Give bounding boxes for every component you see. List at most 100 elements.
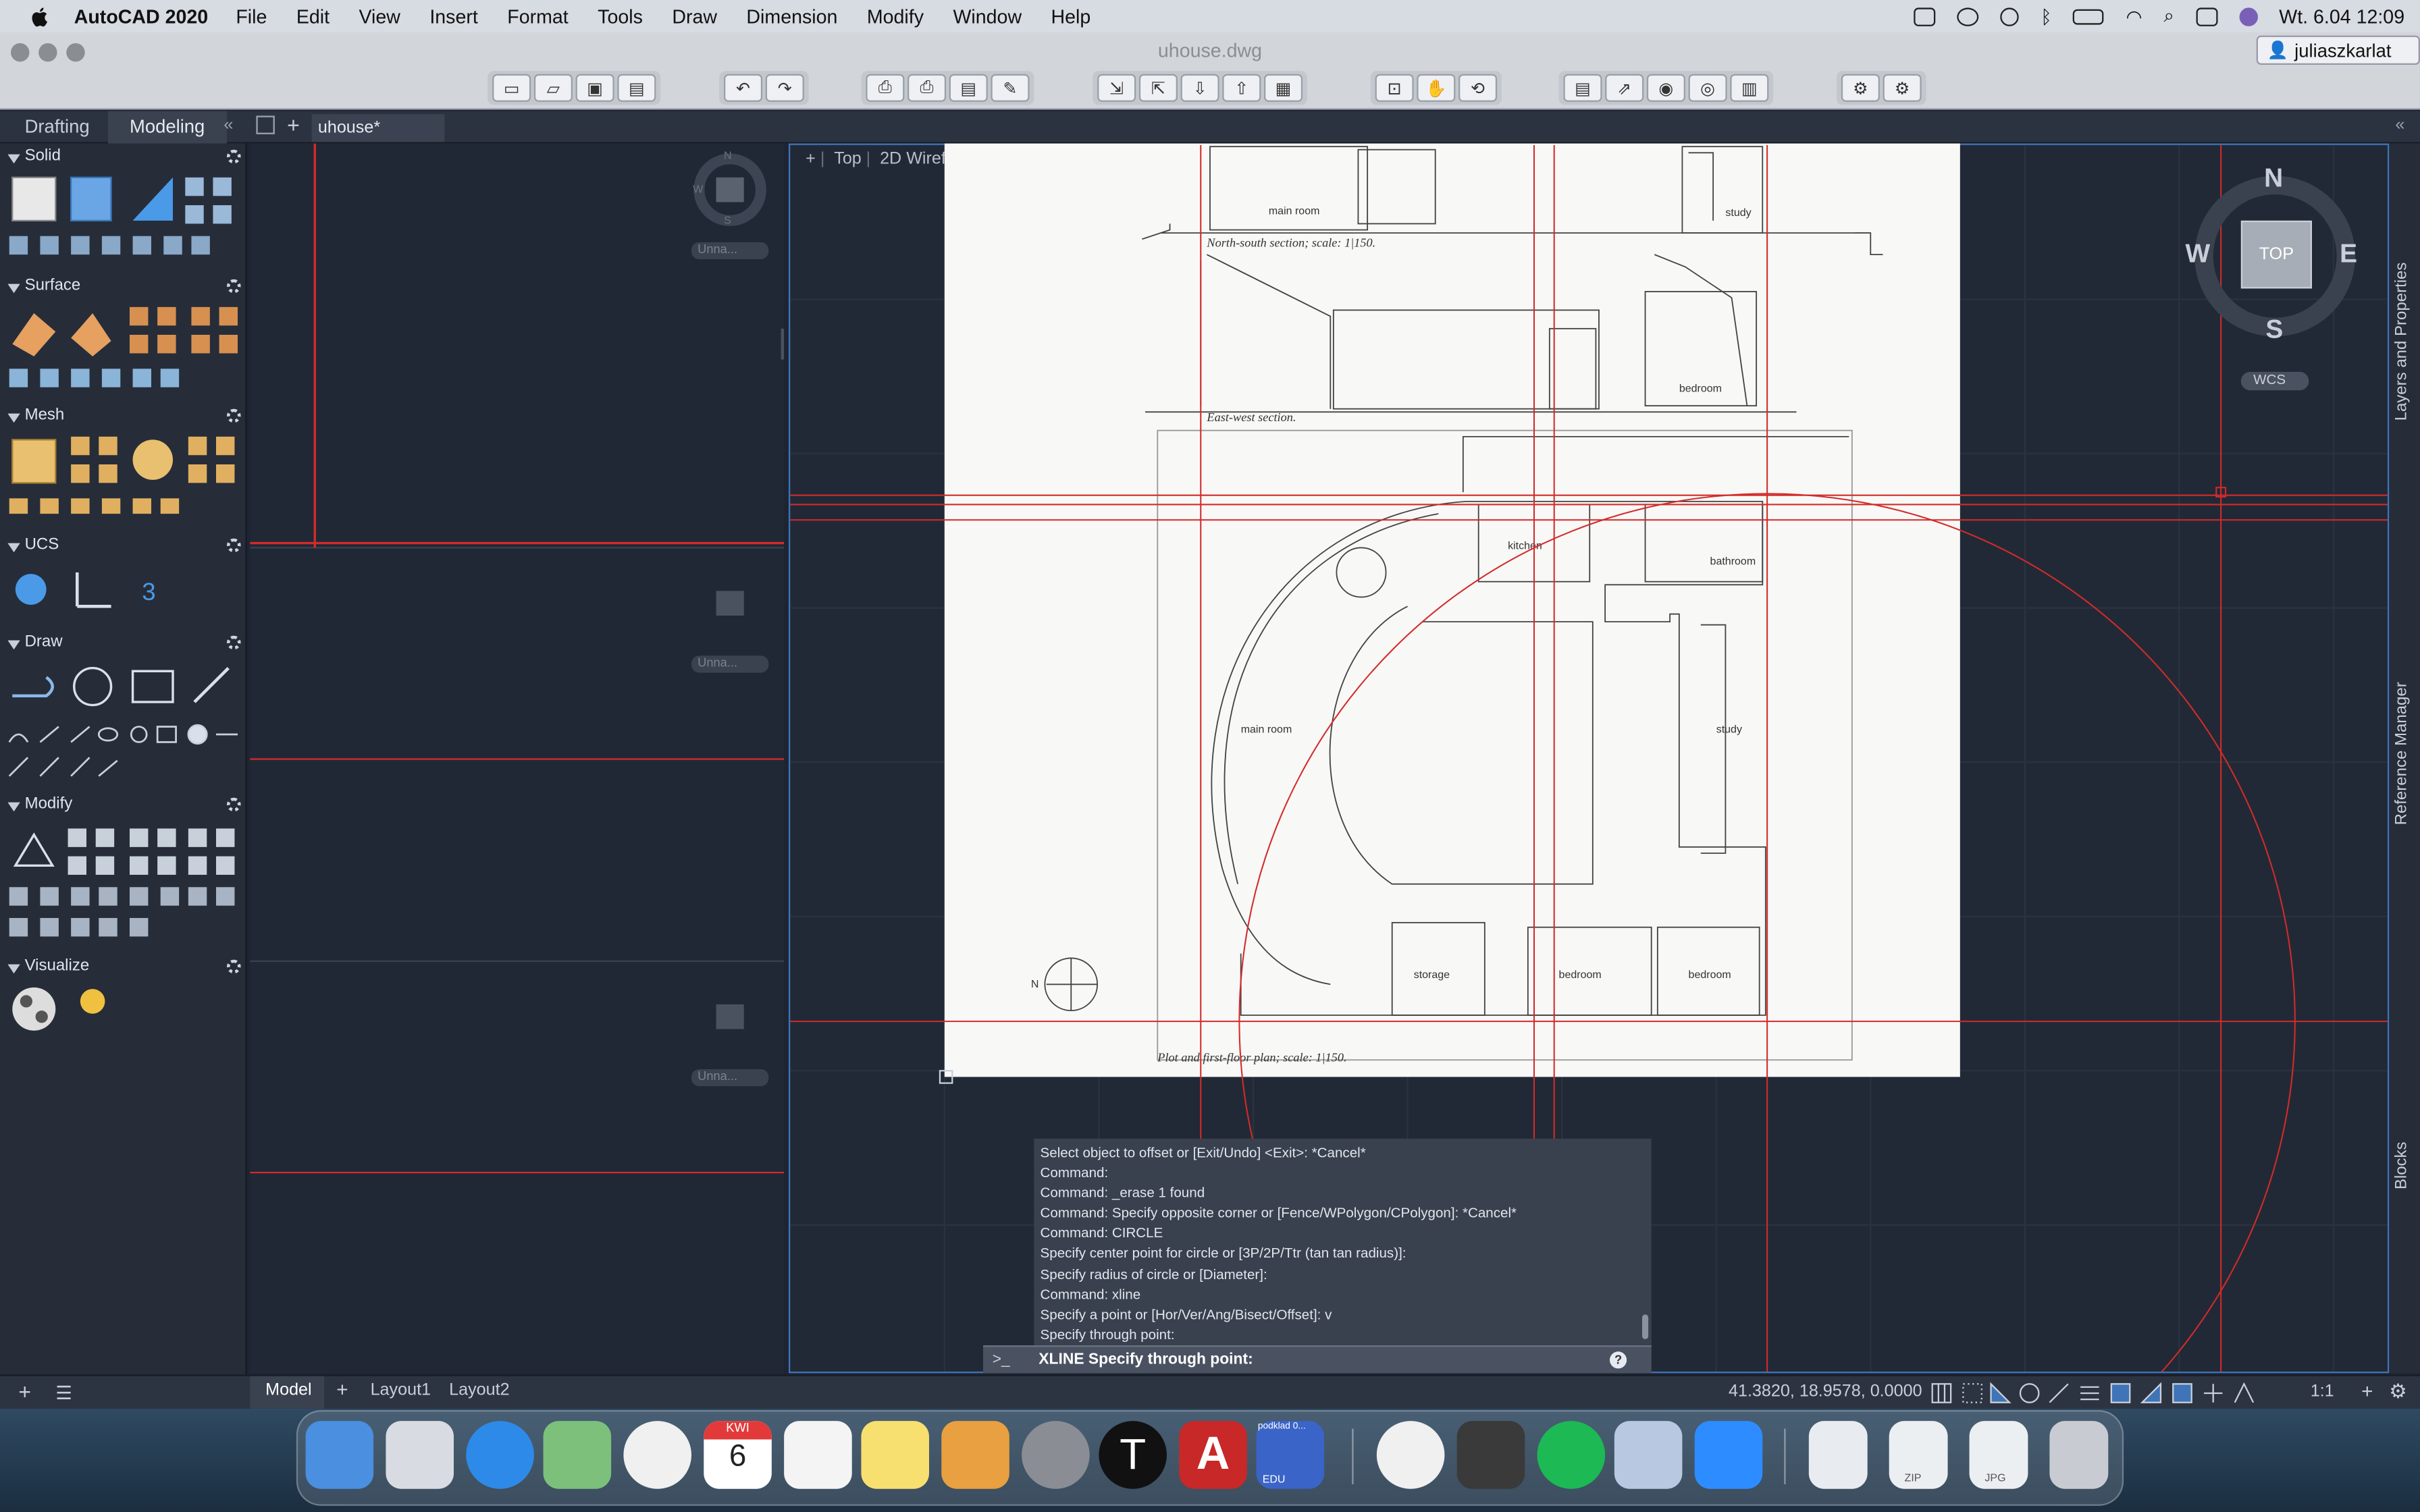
help-icon[interactable]: ? xyxy=(1609,1351,1627,1369)
ucs-dropdown-1[interactable]: Unna... xyxy=(691,242,769,259)
bluetooth-icon[interactable]: ᛒ xyxy=(2041,5,2051,27)
autocad-icon[interactable]: A xyxy=(1179,1421,1247,1489)
publish-icon[interactable]: ✎ xyxy=(991,74,1030,102)
section-solid-header[interactable]: Solid xyxy=(0,146,247,171)
photos-icon[interactable] xyxy=(623,1421,691,1489)
menu-dimension[interactable]: Dimension xyxy=(746,5,837,27)
save-as-icon[interactable]: ▤ xyxy=(617,74,656,102)
preview-icon[interactable] xyxy=(1614,1421,1683,1489)
status-toggle-icons[interactable] xyxy=(1929,1381,2420,1406)
chrome-icon[interactable] xyxy=(1376,1421,1445,1489)
tab-layout1[interactable]: Layout1 xyxy=(371,1381,431,1399)
add-layout-icon[interactable]: + xyxy=(18,1379,31,1404)
menu-format[interactable]: Format xyxy=(507,5,568,27)
tab-layout2[interactable]: Layout2 xyxy=(449,1381,509,1399)
safari-icon[interactable] xyxy=(466,1421,534,1489)
tab-drafting[interactable]: Drafting xyxy=(3,111,111,144)
properties-icon[interactable]: ▤ xyxy=(1563,74,1602,102)
sheet-set-icon[interactable]: ▦ xyxy=(1263,74,1303,102)
grid-menu-icon[interactable] xyxy=(256,115,275,134)
plot-icon[interactable]: ⎙ xyxy=(866,74,905,102)
save-icon[interactable]: ▣ xyxy=(575,74,614,102)
menu-insert[interactable]: Insert xyxy=(429,5,477,27)
creative-cloud-icon[interactable] xyxy=(1957,7,1979,26)
apple-icon[interactable] xyxy=(28,4,53,29)
document-tab[interactable]: uhouse* xyxy=(311,114,445,142)
undo-icon[interactable]: ↶ xyxy=(723,74,763,102)
battery-icon[interactable] xyxy=(2073,8,2105,24)
compass-west[interactable]: W xyxy=(2186,239,2211,270)
tab-modeling[interactable]: Modeling xyxy=(107,111,227,144)
zoom-window-icon[interactable]: ⊡ xyxy=(1375,74,1414,102)
left-viewports[interactable]: N S W Unna... Unna... Unna... xyxy=(250,143,785,1374)
ucs-dropdown-3[interactable]: Unna... xyxy=(691,1069,769,1087)
menu-tools[interactable]: Tools xyxy=(598,5,643,27)
pan-icon[interactable]: ✋ xyxy=(1417,74,1456,102)
orbit-icon[interactable]: ⟲ xyxy=(1458,74,1498,102)
section-surface-header[interactable]: Surface xyxy=(0,276,247,301)
section-mesh-header[interactable]: Mesh xyxy=(0,406,247,431)
design-center-icon[interactable]: ▥ xyxy=(1730,74,1769,102)
viewcube-top-face[interactable]: TOP xyxy=(2240,220,2312,289)
draw-settings-icon[interactable] xyxy=(226,635,241,650)
menu-modify[interactable]: Modify xyxy=(867,5,924,27)
wcs-dropdown[interactable]: WCS xyxy=(2240,371,2309,391)
solid-settings-icon[interactable] xyxy=(226,149,241,164)
ucs-dropdown-2[interactable]: Unna... xyxy=(691,655,769,673)
finder-icon[interactable] xyxy=(305,1421,374,1489)
jpg-file-icon[interactable]: JPG xyxy=(1969,1421,2028,1489)
control-center-icon[interactable] xyxy=(2195,7,2217,26)
section-modify-header[interactable]: Modify xyxy=(0,794,247,819)
redo-icon[interactable]: ↷ xyxy=(765,74,804,102)
annotation-scale[interactable]: 1:1 xyxy=(2311,1382,2334,1401)
console-scrollbar[interactable] xyxy=(1641,1314,1649,1339)
camera-icon[interactable] xyxy=(1914,7,1936,26)
new-tab-icon[interactable]: + xyxy=(287,113,300,138)
menu-clock[interactable]: Wt. 6.04 12:09 xyxy=(2279,5,2404,27)
menu-file[interactable]: File xyxy=(236,5,267,27)
new-file-icon[interactable]: ▭ xyxy=(492,74,531,102)
import-icon[interactable]: ⇩ xyxy=(1180,74,1219,102)
calendar-icon[interactable]: KWI 6 xyxy=(704,1421,772,1489)
menu-draw[interactable]: Draw xyxy=(672,5,717,27)
tool-palette-icon[interactable]: ⚙ xyxy=(1883,74,1922,102)
section-visualize-header[interactable]: Visualize xyxy=(0,956,247,981)
settings-tool-icon[interactable]: ⚙ xyxy=(1841,74,1880,102)
trash-icon[interactable] xyxy=(2049,1421,2109,1489)
command-input[interactable]: >_ XLINE Specify through point: ? xyxy=(982,1345,1652,1374)
surface-settings-icon[interactable] xyxy=(226,279,241,294)
collapse-palette-icon[interactable]: « xyxy=(223,115,233,134)
reference-manager-tab[interactable]: Reference Manager xyxy=(2392,682,2414,825)
siri-icon[interactable] xyxy=(2238,7,2258,26)
visualize-settings-icon[interactable] xyxy=(226,959,241,974)
spotify-icon[interactable] xyxy=(1537,1421,1606,1489)
compass-east[interactable]: E xyxy=(2340,239,2357,270)
menu-edit[interactable]: Edit xyxy=(296,5,330,27)
match-properties-icon[interactable]: ⇗ xyxy=(1605,74,1644,102)
attach-icon[interactable]: ⇱ xyxy=(1138,74,1178,102)
system-preferences-icon[interactable] xyxy=(1022,1421,1090,1489)
layer-states-icon[interactable]: ◎ xyxy=(1688,74,1727,102)
command-prompt-icon[interactable]: >_ xyxy=(993,1351,1010,1368)
xref-icon[interactable]: ⇲ xyxy=(1097,74,1136,102)
zoom-icon[interactable] xyxy=(1694,1421,1763,1489)
menu-window[interactable]: Window xyxy=(953,5,1022,27)
menu-help[interactable]: Help xyxy=(1051,5,1091,27)
layouts-menu-icon[interactable]: ☰ xyxy=(55,1382,72,1404)
layer-icon[interactable]: ◉ xyxy=(1646,74,1685,102)
add-layout-tab-icon[interactable]: + xyxy=(336,1378,348,1401)
ucs-settings-icon[interactable] xyxy=(226,538,241,553)
section-ucs-header[interactable]: UCS xyxy=(0,535,247,560)
compass-south[interactable]: S xyxy=(2265,315,2283,346)
mesh-settings-icon[interactable] xyxy=(226,408,241,423)
launchpad-icon[interactable] xyxy=(386,1421,454,1489)
pages-icon[interactable] xyxy=(941,1421,1009,1489)
command-history[interactable]: Select object to offset or [Exit/Undo] <… xyxy=(1034,1138,1652,1346)
user-account-button[interactable]: 👤 juliaszkarlat xyxy=(2256,35,2420,65)
wifi-icon[interactable]: ◠ xyxy=(2126,5,2142,27)
documents-stack-icon[interactable] xyxy=(1808,1421,1868,1489)
compass-north[interactable]: N xyxy=(2264,163,2283,194)
notes-icon[interactable] xyxy=(861,1421,929,1489)
edu-app-icon[interactable]: podklad 0... EDU xyxy=(1256,1421,1325,1489)
app-name[interactable]: AutoCAD 2020 xyxy=(74,5,208,27)
